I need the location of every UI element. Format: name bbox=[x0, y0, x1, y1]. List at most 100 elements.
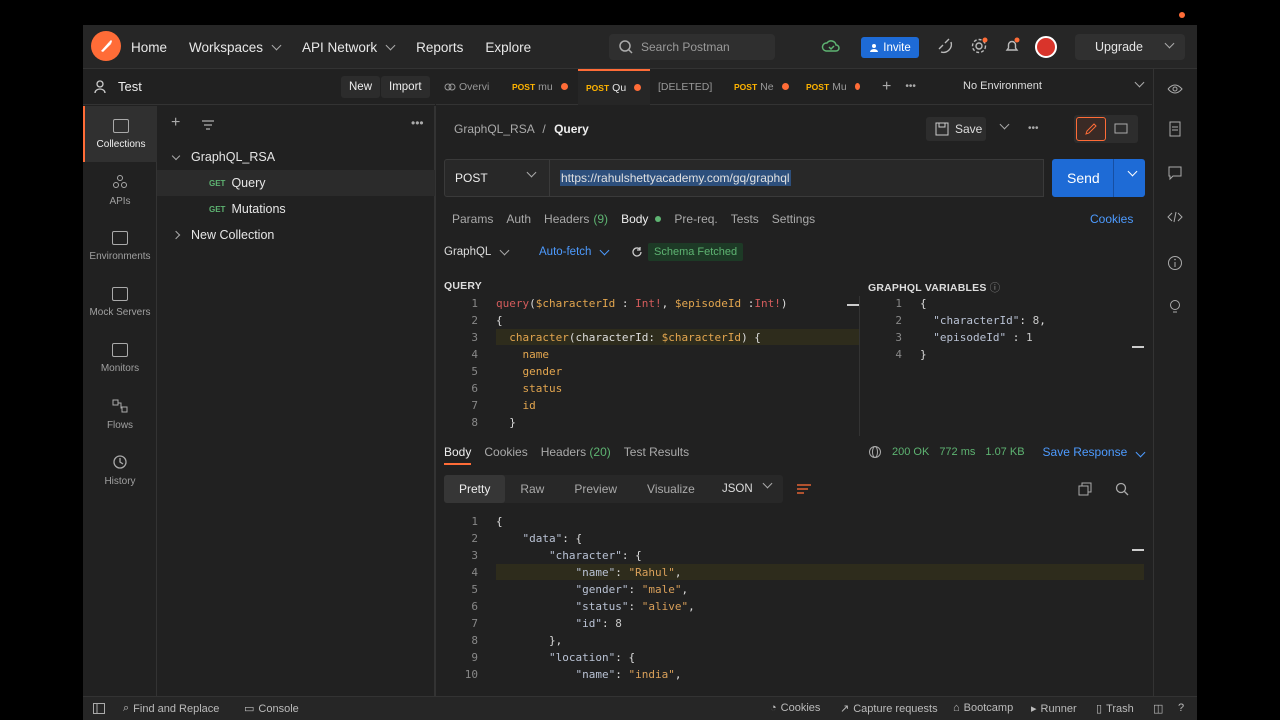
send-button[interactable]: Send bbox=[1052, 159, 1145, 197]
rail-item-collections[interactable]: Collections bbox=[83, 106, 157, 162]
edit-mode-button[interactable] bbox=[1076, 117, 1106, 141]
lightbulb-icon[interactable] bbox=[1167, 299, 1183, 315]
rail-item-apis[interactable]: APIs bbox=[83, 162, 157, 218]
format-select[interactable]: JSON bbox=[713, 475, 783, 503]
autofetch-select[interactable]: Auto-fetch bbox=[539, 245, 631, 258]
comment-mode-icon[interactable] bbox=[1114, 122, 1128, 136]
new-button[interactable]: New bbox=[341, 76, 381, 98]
nav-workspaces[interactable]: Workspaces bbox=[189, 40, 282, 55]
view-pretty[interactable]: Pretty bbox=[444, 475, 506, 503]
body-mode-select[interactable]: GraphQL bbox=[444, 245, 530, 258]
breadcrumb-parent[interactable]: GraphQL_RSA bbox=[454, 122, 534, 136]
add-tab-icon[interactable]: + bbox=[882, 78, 891, 96]
tab-params[interactable]: Params bbox=[452, 212, 493, 226]
more-icon[interactable]: ••• bbox=[1028, 123, 1039, 134]
tab-post-query[interactable]: POST Qu bbox=[578, 68, 650, 105]
nav-reports[interactable]: Reports bbox=[416, 40, 463, 55]
tab-overview[interactable]: Overvi bbox=[436, 69, 504, 105]
url-input[interactable]: https://rahulshettyacademy.com/gq/graphq… bbox=[550, 159, 1044, 197]
runner-button[interactable]: ▸ Runner bbox=[1031, 702, 1077, 716]
chevron-down-icon[interactable] bbox=[1127, 166, 1138, 177]
upgrade-button[interactable]: Upgrade bbox=[1075, 34, 1185, 60]
eye-icon[interactable] bbox=[1167, 81, 1183, 97]
comments-icon[interactable] bbox=[1167, 165, 1183, 181]
postman-logo[interactable] bbox=[91, 31, 121, 61]
help-icon[interactable]: ? bbox=[1178, 702, 1184, 714]
tab-prereq[interactable]: Pre-req. bbox=[674, 212, 717, 226]
status-code[interactable]: 200 OK bbox=[892, 446, 929, 458]
documentation-icon[interactable] bbox=[1167, 121, 1183, 137]
bootcamp-button[interactable]: ⌂ Bootcamp bbox=[953, 702, 1013, 714]
rail-item-monitors[interactable]: Monitors bbox=[83, 330, 157, 386]
rail-item-flows[interactable]: Flows bbox=[83, 386, 157, 442]
query-editor[interactable]: 1 2 3 4 5 6 7 8 query($characterId : Int… bbox=[444, 296, 860, 436]
trash-button[interactable]: ▯ Trash bbox=[1096, 702, 1134, 716]
sync-status-icon[interactable] bbox=[821, 37, 841, 57]
more-tabs-icon[interactable]: ••• bbox=[905, 81, 916, 92]
settings-icon[interactable] bbox=[970, 37, 990, 57]
refresh-icon[interactable] bbox=[631, 246, 643, 258]
toggle-sidebar-icon[interactable] bbox=[93, 703, 105, 714]
tab-auth[interactable]: Auth bbox=[506, 212, 531, 226]
more-icon[interactable]: ••• bbox=[411, 116, 424, 130]
tab-response-body[interactable]: Body bbox=[444, 445, 472, 465]
copy-icon[interactable] bbox=[1078, 482, 1092, 496]
collections-icon bbox=[113, 118, 129, 133]
request-query[interactable]: GET Query bbox=[157, 170, 435, 196]
tab-headers[interactable]: Headers (9) bbox=[544, 212, 608, 226]
request-mutations[interactable]: GET Mutations bbox=[157, 196, 435, 222]
tab-response-headers[interactable]: Headers (20) bbox=[541, 445, 611, 465]
search-icon[interactable] bbox=[1115, 482, 1129, 496]
view-visualize[interactable]: Visualize bbox=[632, 475, 710, 503]
tab-post-mu[interactable]: POST mu bbox=[504, 69, 578, 105]
tab-tests[interactable]: Tests bbox=[731, 212, 759, 226]
cookies-link[interactable]: Cookies bbox=[1090, 212, 1133, 226]
rail-label: History bbox=[104, 475, 136, 487]
tab-post-new[interactable]: POST Ne bbox=[726, 69, 798, 105]
tab-response-cookies[interactable]: Cookies bbox=[484, 445, 527, 465]
cookies-button[interactable]: ◔ Cookies bbox=[770, 702, 820, 714]
tab-settings[interactable]: Settings bbox=[772, 212, 815, 226]
rail-item-environments[interactable]: Environments bbox=[83, 218, 157, 274]
response-time[interactable]: 772 ms bbox=[939, 446, 975, 458]
nav-api-network[interactable]: API Network bbox=[302, 40, 396, 55]
nav-home[interactable]: Home bbox=[131, 40, 167, 55]
line-number: 8 bbox=[471, 416, 478, 429]
console-button[interactable]: ▭ Console bbox=[244, 702, 299, 716]
view-preview[interactable]: Preview bbox=[559, 475, 632, 503]
response-size[interactable]: 1.07 KB bbox=[985, 446, 1024, 458]
save-button[interactable]: Save bbox=[926, 117, 986, 141]
chevron-down-icon[interactable] bbox=[999, 119, 1010, 130]
wrap-lines-icon[interactable] bbox=[796, 482, 812, 496]
save-response-button[interactable]: Save Response bbox=[1043, 445, 1146, 459]
notifications-icon[interactable] bbox=[1003, 37, 1023, 57]
tab-post-mu-2[interactable]: POST Mu bbox=[798, 69, 868, 105]
tab-body[interactable]: Body bbox=[621, 212, 662, 226]
nav-explore[interactable]: Explore bbox=[485, 40, 531, 55]
import-button[interactable]: Import bbox=[381, 76, 430, 98]
variables-editor[interactable]: 1 2 3 4 { "characterId": 8, "episodeId" … bbox=[868, 296, 1144, 436]
collection-new[interactable]: New Collection bbox=[157, 222, 435, 248]
response-body-viewer[interactable]: 1 2 3 4 5 6 7 8 9 10 { "data": { "charac… bbox=[444, 514, 1144, 690]
invite-button[interactable]: Invite bbox=[861, 37, 919, 58]
layout-icon[interactable]: ◫ bbox=[1153, 702, 1163, 715]
environment-selector[interactable]: No Environment bbox=[963, 80, 1042, 92]
view-raw[interactable]: Raw bbox=[505, 475, 559, 503]
filter-icon[interactable] bbox=[201, 119, 215, 131]
add-icon[interactable]: + bbox=[171, 114, 180, 132]
info-icon[interactable] bbox=[1167, 255, 1183, 271]
globe-icon[interactable] bbox=[868, 445, 882, 459]
find-replace-button[interactable]: ⌕ Find and Replace bbox=[123, 702, 219, 715]
avatar[interactable] bbox=[1035, 36, 1057, 58]
rail-item-mock-servers[interactable]: Mock Servers bbox=[83, 274, 157, 330]
collection-graphql-rsa[interactable]: GraphQL_RSA bbox=[157, 144, 435, 170]
capture-requests-button[interactable]: ↗ Capture requests bbox=[840, 702, 938, 716]
info-icon[interactable]: ⓘ bbox=[990, 282, 1001, 294]
search-input[interactable]: Search Postman bbox=[609, 34, 775, 60]
code-icon[interactable] bbox=[1167, 209, 1183, 225]
method-select[interactable]: POST bbox=[444, 159, 550, 197]
tab-deleted[interactable]: [DELETED] bbox=[650, 69, 726, 105]
satellite-icon[interactable] bbox=[936, 37, 956, 57]
rail-item-history[interactable]: History bbox=[83, 442, 157, 498]
tab-test-results[interactable]: Test Results bbox=[624, 445, 689, 465]
